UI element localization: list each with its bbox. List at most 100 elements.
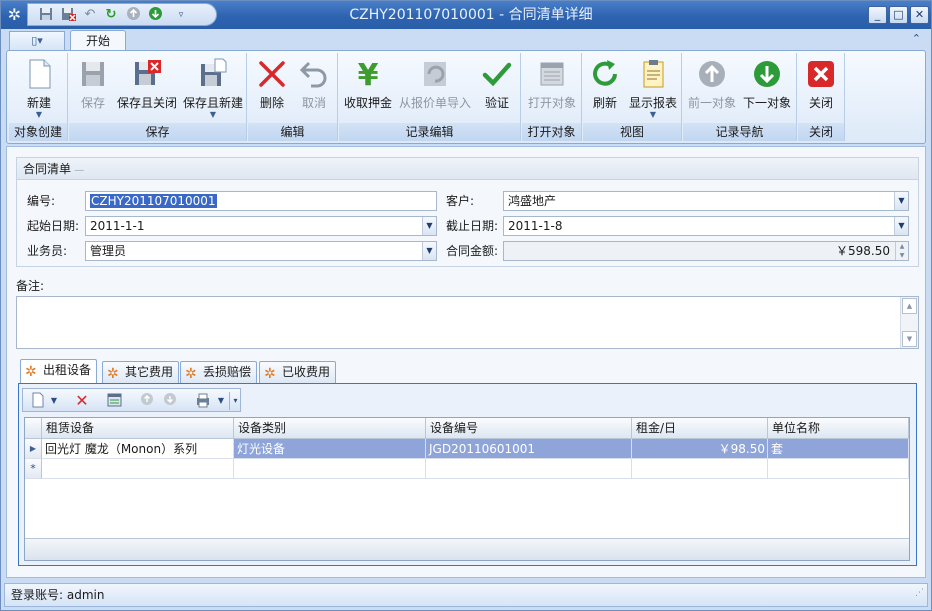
tab-received-fees[interactable]: ✲ 已收费用 [259,361,337,383]
move-up-icon[interactable] [138,392,156,410]
svg-text:¥: ¥ [358,58,379,91]
import-icon [424,62,446,86]
import-from-quote-button[interactable]: 从报价单导入 [397,57,473,121]
login-account-text: 登录账号: admin [11,588,105,602]
save-button[interactable]: 保存 [73,57,113,121]
tab-other-fees[interactable]: ✲ 其它费用 [102,361,180,383]
chevron-down-icon[interactable]: ▼ [894,192,908,210]
tab-loss-compensation[interactable]: ✲ 丢损赔偿 [180,361,258,383]
resize-grip-icon[interactable]: ⋰ [915,582,924,604]
refresh-button[interactable]: 刷新 [587,57,623,121]
open-object-icon [540,62,564,86]
gear-icon: ✲ [264,366,276,382]
contract-section: 合同清单 — 编号: CZHY201107010001 客户: 鸿盛地产 ▼ 起… [16,157,919,267]
delete-button[interactable]: 删除 [252,57,292,121]
previous-object-button[interactable]: 前一对象 [686,57,738,121]
group-label: 记录编辑 [339,123,520,141]
validate-button[interactable]: 验证 [477,57,517,121]
refresh-icon[interactable]: ↻ [102,6,120,24]
chevron-down-icon[interactable]: ▼ [894,217,908,235]
end-date-picker[interactable]: 2011-1-8 ▼ [503,216,909,236]
code-label: 编号: [27,194,56,208]
next-object-button[interactable]: 下一对象 [741,57,793,121]
close-button[interactable]: ✕ [910,6,929,24]
group-label: 记录导航 [683,123,796,141]
row-indicator-icon: ▶ [25,439,42,459]
maximize-button[interactable]: □ [889,6,908,24]
save-icon[interactable] [37,6,55,24]
toolbar-overflow-icon[interactable]: ▾ [229,392,241,410]
open-object-button[interactable]: 打开对象 [526,57,578,121]
cancel-button[interactable]: 取消 [294,57,334,121]
save-close-icon [135,60,161,85]
delete-icon [259,61,285,87]
section-title[interactable]: 合同清单 — [17,158,918,180]
customer-select[interactable]: 鸿盛地产 ▼ [503,191,909,211]
undo-icon [299,61,327,88]
chevron-down-icon[interactable]: ▼ [422,217,436,235]
title-bar: ✲ ↶ ↻ ▿ CZHY201107010001 - 合同清单详细 _ □ ✕ [1,1,931,29]
tab-home[interactable]: 开始 [70,30,126,51]
save-close-icon[interactable] [59,6,77,24]
app-menu-icon[interactable]: ✲ [4,4,25,25]
cell-unit[interactable]: 套 [768,439,909,459]
cell-category[interactable]: 灯光设备 [234,439,426,459]
salesman-select[interactable]: 管理员 ▼ [85,241,437,261]
chevron-down-icon[interactable]: ▼ [212,392,230,410]
customize-icon[interactable]: ▿ [172,6,190,24]
chevron-down-icon[interactable]: ▼ [45,392,63,410]
save-and-close-button[interactable]: 保存且关闭 [115,57,179,121]
column-header-device[interactable]: 租赁设备 [42,418,234,439]
tab-rental-devices[interactable]: ✲ 出租设备 [20,359,98,384]
prev-icon[interactable] [124,6,142,24]
column-header-category[interactable]: 设备类别 [234,418,426,439]
group-label: 保存 [69,123,246,141]
column-header-code[interactable]: 设备编号 [426,418,632,439]
group-open-object: 打开对象 打开对象 [522,53,582,141]
collect-deposit-button[interactable]: ¥ 收取押金 [343,57,393,121]
new-button[interactable]: 新建 ▼ [13,57,65,121]
cell-rent[interactable]: ￥98.50 [632,439,768,459]
group-label: 打开对象 [522,123,581,141]
save-new-icon [201,58,227,86]
save-icon [82,62,104,86]
minimize-button[interactable]: _ [868,6,887,24]
close-form-button[interactable]: 关闭 [801,57,841,121]
scroll-down-icon[interactable]: ▼ [902,331,917,347]
cell-device[interactable]: 回光灯 魔龙（Monon）系列 [42,439,234,459]
column-header-unit[interactable]: 单位名称 [768,418,909,439]
spin-icon: ▲ ▼ [895,242,908,260]
undo-icon[interactable]: ↶ [81,6,99,24]
cell-code[interactable]: JGD20110601001 [426,439,632,459]
scroll-up-icon[interactable]: ▲ [902,298,917,314]
amount-label: 合同金额: [446,244,499,258]
group-record-navigation: 前一对象 下一对象 记录导航 [683,53,797,141]
new-document-icon [29,59,51,89]
show-report-button[interactable]: 显示报表 ▼ [627,57,679,121]
remark-scrollbar[interactable]: ▲ ▼ [900,297,918,348]
collapse-ribbon-icon[interactable]: ⌃ [912,32,921,45]
start-date-label: 起始日期: [27,219,80,233]
start-date-picker[interactable]: 2011-1-1 ▼ [85,216,437,236]
group-edit: 删除 取消 编辑 [248,53,338,141]
print-icon[interactable] [194,392,212,410]
code-input[interactable]: CZHY201107010001 [85,191,437,211]
open-row-icon[interactable] [105,392,123,410]
detail-content: 合同清单 — 编号: CZHY201107010001 客户: 鸿盛地产 ▼ 起… [6,146,926,578]
next-icon[interactable] [146,6,164,24]
column-header-rent[interactable]: 租金/日 [632,418,768,439]
gear-icon: ✲ [107,366,119,382]
delete-row-icon[interactable]: ✕ [73,392,91,410]
gear-icon: ✲ [25,364,37,380]
move-down-icon[interactable] [161,392,179,410]
gear-icon: ✲ [185,366,197,382]
ribbon-menu-tab[interactable]: ▯▾ [9,31,65,50]
refresh-icon [593,60,617,86]
group-save: 保存 保存且关闭 保存且新建 ▼ 保存 [69,53,247,141]
remark-textarea[interactable]: ▲ ▼ [16,296,919,349]
amount-field[interactable]: ￥598.50 ▲ ▼ [503,241,909,261]
chevron-down-icon[interactable]: ▼ [422,242,436,260]
grid-corner [25,418,42,439]
close-icon [808,61,834,87]
save-and-new-button[interactable]: 保存且新建 ▼ [181,57,245,121]
